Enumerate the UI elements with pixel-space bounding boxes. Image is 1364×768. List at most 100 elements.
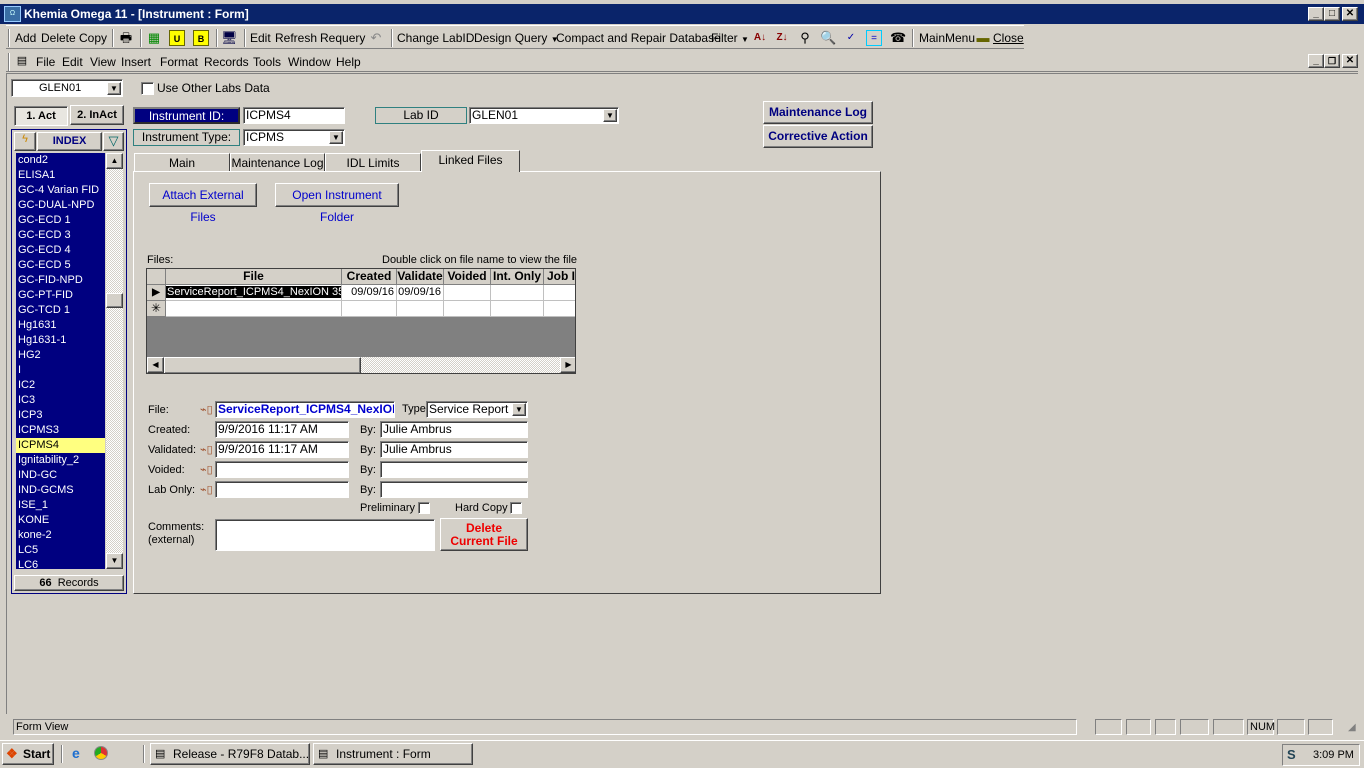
files-grid-hscrollbar[interactable]: ◀ ▶ [147, 357, 575, 373]
list-item[interactable]: ISE_1 [16, 498, 105, 513]
instrument-type-select[interactable]: ICPMS ▼ [243, 129, 345, 146]
hard-copy-checkbox[interactable] [510, 502, 522, 514]
use-other-labs-checkbox[interactable] [141, 82, 154, 95]
job-cell[interactable] [544, 285, 575, 301]
list-item[interactable]: GC-PT-FID [16, 288, 105, 303]
new-row-cell[interactable] [397, 301, 444, 317]
list-item[interactable]: IC2 [16, 378, 105, 393]
lab-only-by-field[interactable] [380, 481, 528, 498]
compact-repair-button[interactable]: Compact and Repair Database [556, 31, 721, 45]
change-labid-button[interactable]: Change LabID [397, 31, 474, 45]
tab-idl-limits[interactable]: IDL Limits [325, 153, 421, 172]
hscroll-thumb[interactable] [164, 357, 361, 373]
folder-u-icon[interactable]: U [169, 30, 185, 46]
created-by-field[interactable]: Julie Ambrus [380, 421, 528, 438]
design-query-button[interactable]: Design Query ▼ [474, 31, 559, 45]
tab-linked-files[interactable]: Linked Files [421, 150, 520, 172]
current-record-indicator-icon[interactable]: ▶ [147, 285, 166, 301]
file-name-field[interactable]: ServiceReport_ICPMS4_NexION [215, 401, 395, 418]
menu-edit[interactable]: Edit [62, 55, 83, 69]
chrome-icon[interactable] [94, 746, 108, 760]
binoculars-find-icon[interactable]: ⚲ [797, 30, 813, 46]
menu-tools[interactable]: Tools [253, 55, 281, 69]
new-row-cell[interactable] [491, 301, 544, 317]
filter-funnel-icon[interactable]: ▽ [103, 132, 124, 151]
dropdown-arrow-icon[interactable]: ▼ [329, 131, 343, 144]
list-item[interactable]: cond2 [16, 153, 105, 168]
list-item[interactable]: LC5 [16, 543, 105, 558]
tab-active-instruments[interactable]: 1. Act [14, 106, 68, 126]
dropdown-arrow-icon[interactable]: ▼ [603, 109, 617, 122]
voided-field[interactable] [215, 461, 349, 478]
list-item[interactable]: ICPMS4 [16, 438, 105, 453]
col-header-file[interactable]: File [166, 269, 342, 285]
tab-inactive-instruments[interactable]: 2. InAct [70, 105, 124, 125]
copy-button[interactable]: Copy [79, 31, 107, 45]
maintenance-log-button[interactable]: Maintenance Log [763, 101, 873, 124]
folder-b-icon[interactable]: B [193, 30, 209, 46]
computer-icon[interactable]: 🖥 [221, 30, 238, 46]
list-item[interactable]: IC3 [16, 393, 105, 408]
menu-view[interactable]: View [90, 55, 116, 69]
col-header-job[interactable]: Job I [544, 269, 575, 285]
print-icon[interactable]: 🖶 [118, 30, 134, 46]
edit-button[interactable]: Edit [250, 31, 271, 45]
scroll-thumb[interactable] [106, 293, 123, 308]
list-item[interactable]: ELISA1 [16, 168, 105, 183]
lab-only-field[interactable] [215, 481, 349, 498]
scroll-left-icon[interactable]: ◀ [147, 357, 164, 373]
form-icon[interactable]: = [866, 30, 882, 46]
new-record-icon[interactable]: ✳ [147, 301, 166, 317]
spellcheck-icon[interactable]: ✓ [843, 30, 859, 46]
lab-select[interactable]: GLEN01 ▼ [11, 79, 123, 97]
list-item[interactable]: IND-GCMS [16, 483, 105, 498]
add-button[interactable]: Add [15, 31, 36, 45]
new-row-cell[interactable] [342, 301, 397, 317]
scroll-down-icon[interactable]: ▼ [106, 553, 123, 569]
undo-icon[interactable]: ↶ [368, 30, 384, 46]
list-item[interactable]: GC-ECD 4 [16, 243, 105, 258]
magnifier-icon[interactable]: 🔍 [820, 30, 836, 46]
close-button[interactable]: Close [993, 31, 1024, 45]
sync-clock-tray-icon[interactable]: S [1287, 747, 1296, 762]
list-item[interactable]: IND-GC [16, 468, 105, 483]
new-row-cell[interactable] [444, 301, 491, 317]
filter-button[interactable]: Filter ▼ [711, 31, 749, 45]
list-item[interactable]: GC-TCD 1 [16, 303, 105, 318]
list-item[interactable]: GC-ECD 1 [16, 213, 105, 228]
lab-id-select[interactable]: GLEN01 ▼ [469, 107, 619, 124]
index-header-button[interactable]: INDEX [37, 132, 102, 151]
close-window-button[interactable]: ✕ [1342, 7, 1358, 21]
mdi-close-button[interactable]: ✕ [1342, 54, 1358, 68]
tab-main[interactable]: Main [134, 153, 230, 172]
corrective-action-button[interactable]: Corrective Action [763, 125, 873, 148]
close-folder-icon[interactable]: ▬ [975, 30, 991, 46]
list-item[interactable]: Hg1631-1 [16, 333, 105, 348]
delete-current-file-button[interactable]: Delete Current File [440, 518, 528, 551]
mouse-click-icon[interactable]: ⌁▯ [200, 443, 213, 456]
col-header-created[interactable]: Created [342, 269, 397, 285]
col-header-voided[interactable]: Voided [444, 269, 491, 285]
voided-cell[interactable] [444, 285, 491, 301]
voided-by-field[interactable] [380, 461, 528, 478]
list-item[interactable]: Hg1631 [16, 318, 105, 333]
created-field[interactable]: 9/9/2016 11:17 AM [215, 421, 349, 438]
mouse-click-icon[interactable]: ⌁▯ [200, 403, 213, 416]
dropdown-arrow-icon[interactable]: ▼ [107, 82, 121, 95]
mouse-click-icon[interactable]: ⌁▯ [200, 463, 213, 476]
list-item[interactable]: HG2 [16, 348, 105, 363]
sort-ascending-icon[interactable]: A↓ [752, 30, 768, 46]
list-item[interactable]: LC6 [16, 558, 105, 569]
menu-window[interactable]: Window [288, 55, 331, 69]
mdi-minimize-button[interactable]: _ [1308, 54, 1324, 68]
scroll-right-icon[interactable]: ▶ [560, 357, 575, 373]
menu-insert[interactable]: Insert [121, 55, 151, 69]
list-item[interactable]: GC-4 Varian FID [16, 183, 105, 198]
open-instrument-folder-button[interactable]: Open Instrument Folder [275, 183, 399, 224]
validated-field[interactable]: 9/9/2016 11:17 AM [215, 441, 349, 458]
table-row-file[interactable]: ServiceReport_ICPMS4_NexION 350 [166, 285, 342, 301]
int-only-cell[interactable] [491, 285, 544, 301]
new-row-cell[interactable] [166, 301, 342, 317]
list-item[interactable]: I [16, 363, 105, 378]
refresh-button[interactable]: Refresh [275, 31, 317, 45]
